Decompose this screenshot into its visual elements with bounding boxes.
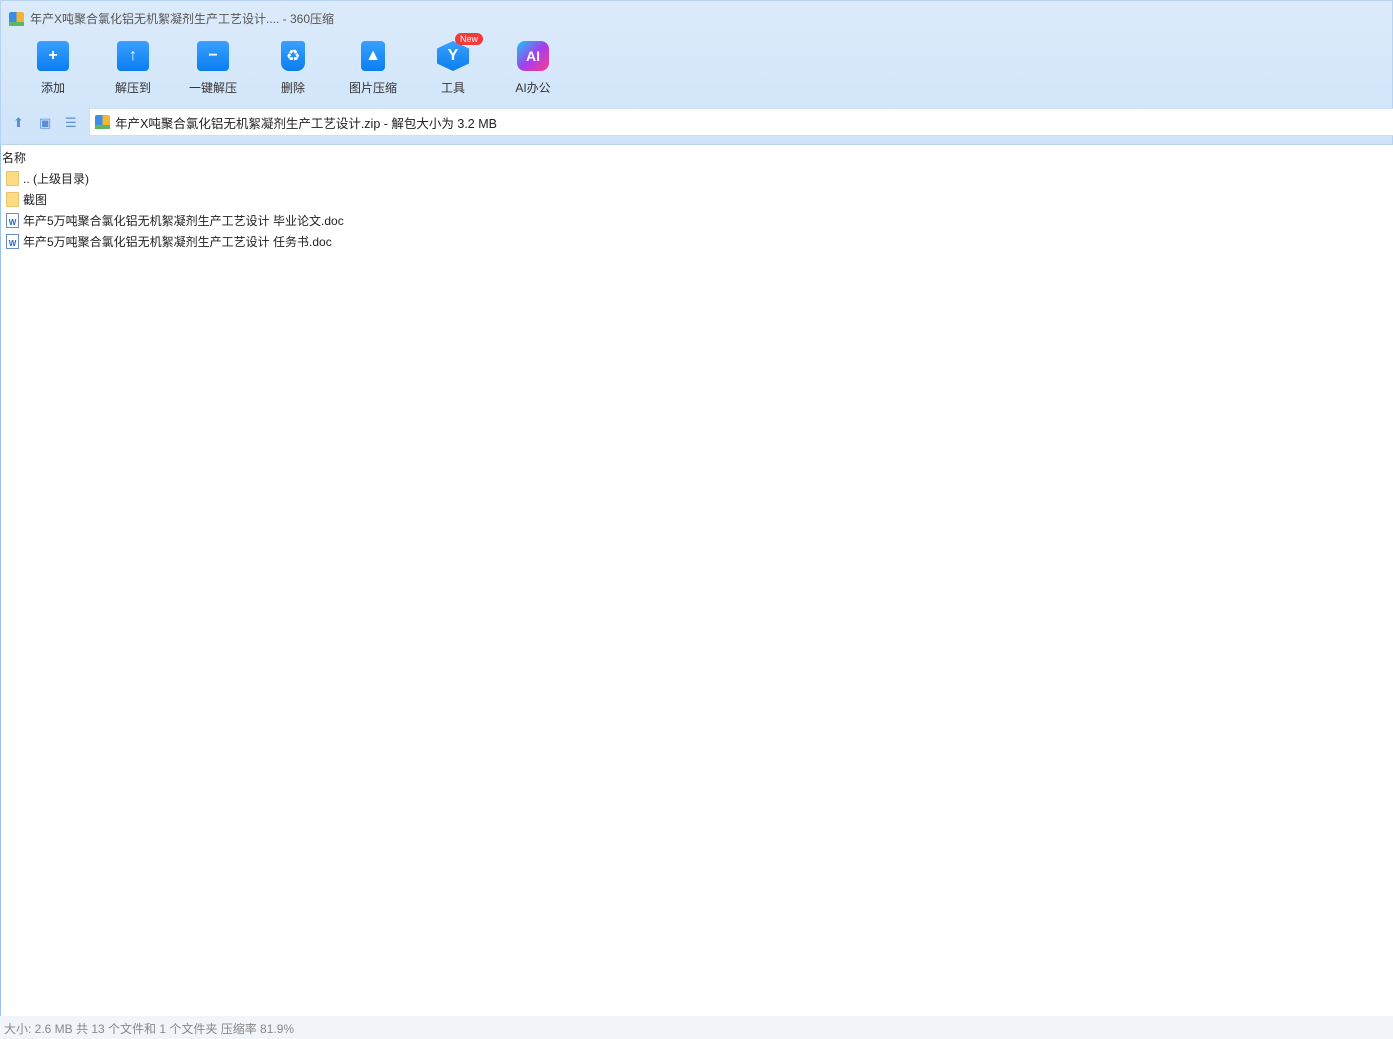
app-icon (9, 11, 24, 26)
tools-label: 工具 (440, 81, 465, 95)
one-click-extract-button[interactable]: − 一键解压 (173, 41, 253, 96)
column-header-name[interactable]: 名称 (2, 149, 26, 166)
up-arrow-icon[interactable]: ⬆ (13, 115, 24, 131)
status-bar: 大小: 2.6 MB 共 13 个文件和 1 个文件夹 压缩率 81.9% (0, 1016, 1393, 1039)
delete-label: 删除 (280, 81, 305, 95)
new-badge: New (455, 33, 484, 45)
folder-icon (6, 192, 19, 207)
add-button[interactable]: + 添加 (13, 41, 93, 96)
zip-file-icon (95, 115, 110, 129)
toolbar: + 添加 ↑ 解压到 − 一键解压 ♻ 删除 ▲ 图片压缩 Y New 工具 AI AI办公 (13, 33, 573, 96)
word-doc-icon: W (6, 213, 19, 228)
file-list: 名称 .. (上级目录) 截图 W 年产5万吨聚合氯化铝无机絮凝剂生产工艺设计 毕… (0, 145, 1393, 1016)
list-item-folder[interactable]: 截图 (6, 191, 47, 208)
add-icon: + (37, 41, 69, 71)
list-item-doc[interactable]: W 年产5万吨聚合氯化铝无机絮凝剂生产工艺设计 毕业论文.doc (6, 212, 344, 229)
ai-office-label: AI办公 (515, 81, 551, 95)
navigation-bar: ⬆ ▣ ☰ 年产X吨聚合氯化铝无机絮凝剂生产工艺设计.zip - 解包大小为 3… (1, 107, 1393, 137)
tools-cube-icon: Y (437, 41, 469, 71)
toolbar-area: 年产X吨聚合氯化铝无机絮凝剂生产工艺设计.... - 360压缩 + 添加 ↑ 解压… (0, 0, 1393, 145)
title-bar: 年产X吨聚合氯化铝无机絮凝剂生产工艺设计.... - 360压缩 (9, 10, 334, 27)
address-text: 年产X吨聚合氯化铝无机絮凝剂生产工艺设计.zip - 解包大小为 3.2 MB (115, 116, 497, 131)
item-name: 截图 (23, 193, 48, 207)
extract-to-label: 解压到 (114, 81, 151, 95)
list-item-parent-dir[interactable]: .. (上级目录) (6, 170, 89, 187)
folder-icon (6, 171, 19, 186)
ai-office-button[interactable]: AI AI办公 (493, 41, 573, 96)
delete-button[interactable]: ♻ 删除 (253, 41, 333, 96)
tools-button[interactable]: Y New 工具 (413, 33, 493, 96)
item-name: .. (上级目录) (23, 172, 89, 186)
add-label: 添加 (40, 81, 65, 95)
extract-to-button[interactable]: ↑ 解压到 (93, 41, 173, 96)
word-doc-icon: W (6, 234, 19, 249)
ai-icon: AI (517, 41, 549, 71)
item-name: 年产5万吨聚合氯化铝无机絮凝剂生产工艺设计 任务书.doc (23, 235, 332, 249)
address-bar[interactable]: 年产X吨聚合氯化铝无机絮凝剂生产工艺设计.zip - 解包大小为 3.2 MB (89, 108, 1393, 136)
image-compress-button[interactable]: ▲ 图片压缩 (333, 41, 413, 96)
folder-minus-icon: − (197, 41, 229, 71)
list-view-icon[interactable]: ☰ (65, 115, 77, 131)
thumbnail-view-icon[interactable]: ▣ (39, 115, 51, 131)
window-title: 年产X吨聚合氯化铝无机絮凝剂生产工艺设计.... - 360压缩 (30, 12, 335, 26)
item-name: 年产5万吨聚合氯化铝无机絮凝剂生产工艺设计 毕业论文.doc (23, 214, 344, 228)
extract-icon: ↑ (117, 41, 149, 71)
one-click-extract-label: 一键解压 (188, 81, 237, 95)
recycle-bin-icon: ♻ (281, 41, 305, 71)
image-file-icon: ▲ (361, 41, 385, 71)
image-compress-label: 图片压缩 (348, 81, 397, 95)
list-item-doc[interactable]: W 年产5万吨聚合氯化铝无机絮凝剂生产工艺设计 任务书.doc (6, 233, 332, 250)
